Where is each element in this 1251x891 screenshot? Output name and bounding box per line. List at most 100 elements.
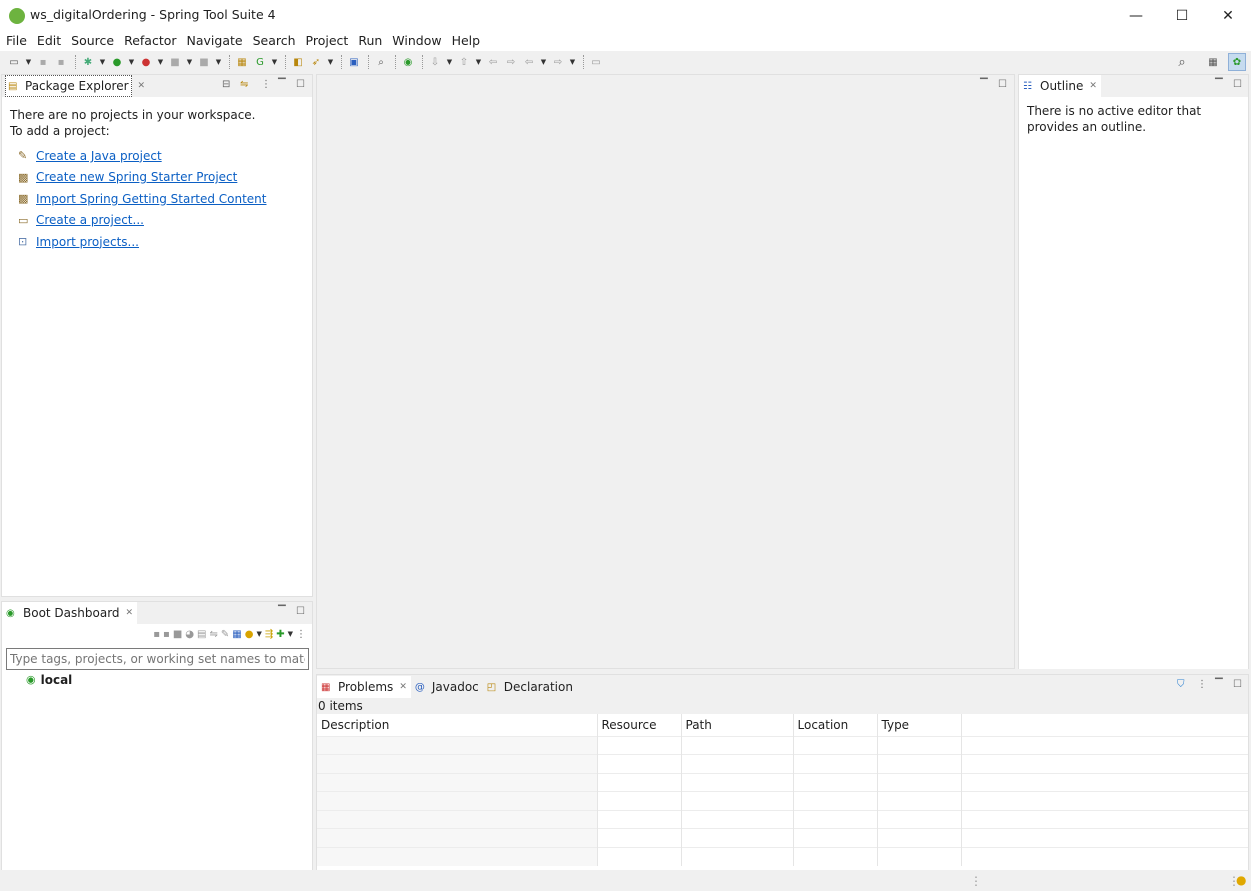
stop-icon[interactable]: ■ xyxy=(167,54,183,70)
close-tab-icon[interactable]: ✕ xyxy=(1089,81,1097,91)
view-menu-icon[interactable]: ⋮ xyxy=(1197,679,1207,690)
menu-navigate[interactable]: Navigate xyxy=(182,31,248,51)
tab-outline[interactable]: ☷ Outline ✕ xyxy=(1019,75,1101,97)
back-icon[interactable]: ⇦ xyxy=(521,54,537,70)
import-spring-content-link[interactable]: Import Spring Getting Started Content xyxy=(36,192,267,206)
new-package-icon[interactable]: ▦ xyxy=(234,54,250,70)
new-class-icon[interactable]: G xyxy=(252,54,268,70)
spring-perspective-icon[interactable]: ✿ xyxy=(1228,53,1246,71)
back-dropdown-icon[interactable]: ▼ xyxy=(539,54,548,70)
relaunch-dropdown-icon[interactable]: ▼ xyxy=(214,54,223,70)
prev-annotation-icon[interactable]: ⇧ xyxy=(456,54,472,70)
new-dropdown-icon[interactable]: ▼ xyxy=(24,54,33,70)
debug-dropdown-icon[interactable]: ▼ xyxy=(98,54,107,70)
tab-declaration[interactable]: ◰ Declaration xyxy=(483,676,577,698)
pin-editor-icon[interactable]: ▭ xyxy=(588,54,604,70)
console-icon[interactable]: ▣ xyxy=(346,54,362,70)
menu-window[interactable]: Window xyxy=(387,31,446,51)
maximize-view-icon[interactable]: ☐ xyxy=(296,606,305,617)
maximize-view-icon[interactable]: ☐ xyxy=(296,79,305,90)
new-icon[interactable]: ▭ xyxy=(6,54,22,70)
run-icon[interactable]: ● xyxy=(109,54,125,70)
create-spring-starter-link[interactable]: Create new Spring Starter Project xyxy=(36,170,237,184)
open-perspective-icon[interactable]: ▦ xyxy=(1205,54,1221,70)
column-path[interactable]: Path xyxy=(681,714,794,736)
view-menu-icon[interactable]: ⋮ xyxy=(296,629,306,640)
minimize-editor-icon[interactable]: ▔ xyxy=(980,79,988,90)
properties-icon[interactable]: ▦ xyxy=(232,629,241,640)
prev-annotation-dropdown-icon[interactable]: ▼ xyxy=(474,54,483,70)
save-all-icon[interactable]: ▪ xyxy=(53,54,69,70)
close-button[interactable]: ✕ xyxy=(1205,0,1251,31)
spring-dropdown-icon[interactable]: ▼ xyxy=(326,54,335,70)
tip-lightbulb-icon[interactable]: ● xyxy=(1236,873,1246,887)
search-icon[interactable]: ⌕ xyxy=(1174,54,1190,70)
close-tab-icon[interactable]: ✕ xyxy=(126,608,134,618)
menu-run[interactable]: Run xyxy=(353,31,387,51)
boot-dashboard-filter-input[interactable] xyxy=(6,648,309,670)
menu-edit[interactable]: Edit xyxy=(32,31,66,51)
maximize-view-icon[interactable]: ☐ xyxy=(1233,79,1242,90)
edit-icon[interactable]: ✎ xyxy=(221,629,229,640)
menu-source[interactable]: Source xyxy=(66,31,119,51)
import-projects-link[interactable]: Import projects... xyxy=(36,235,139,249)
run-dropdown-icon[interactable]: ▼ xyxy=(127,54,136,70)
column-location[interactable]: Location xyxy=(793,714,878,736)
start-icon[interactable]: ▪ xyxy=(153,629,160,640)
filter-icon[interactable]: ⛉ xyxy=(1177,679,1185,690)
forward-icon[interactable]: ⇨ xyxy=(550,54,566,70)
menu-help[interactable]: Help xyxy=(447,31,486,51)
minimize-view-icon[interactable]: ▔ xyxy=(1215,79,1223,90)
maximize-view-icon[interactable]: ☐ xyxy=(1233,679,1242,690)
add-dropdown-icon[interactable]: ▼ xyxy=(288,630,293,638)
tab-package-explorer[interactable]: ▤ Package Explorer xyxy=(5,75,132,97)
maximize-button[interactable]: ☐ xyxy=(1159,0,1205,31)
lightbulb-icon[interactable]: ● xyxy=(245,629,254,640)
filter-icon[interactable]: ⇶ xyxy=(265,629,273,640)
column-resource[interactable]: Resource xyxy=(597,714,682,736)
tab-boot-dashboard[interactable]: ◉ Boot Dashboard ✕ xyxy=(2,602,138,624)
minimize-view-icon[interactable]: ▔ xyxy=(1215,679,1223,690)
add-icon[interactable]: ✚ xyxy=(276,629,284,640)
local-target-item[interactable]: local xyxy=(41,673,73,687)
tab-javadoc[interactable]: @ Javadoc xyxy=(411,676,483,698)
forward-edit-icon[interactable]: ⇨ xyxy=(503,54,519,70)
minimize-view-icon[interactable]: ▔ xyxy=(278,606,286,617)
relaunch-icon[interactable]: ■ xyxy=(196,54,212,70)
link-icon[interactable]: ⇋ xyxy=(209,629,217,640)
open-console-icon[interactable]: ▤ xyxy=(197,629,206,640)
link-editor-icon[interactable]: ⇋ xyxy=(240,79,248,90)
coverage-dropdown-icon[interactable]: ▼ xyxy=(156,54,165,70)
debug-icon[interactable]: ✱ xyxy=(80,54,96,70)
debug-start-icon[interactable]: ▪ xyxy=(163,629,170,640)
next-annotation-icon[interactable]: ⇩ xyxy=(427,54,443,70)
coverage-icon[interactable]: ● xyxy=(138,54,154,70)
lightbulb-dropdown-icon[interactable]: ▼ xyxy=(256,630,261,638)
forward-dropdown-icon[interactable]: ▼ xyxy=(568,54,577,70)
new-class-dropdown-icon[interactable]: ▼ xyxy=(270,54,279,70)
close-tab-icon[interactable]: ✕ xyxy=(138,81,146,91)
menu-refactor[interactable]: Refactor xyxy=(119,31,181,51)
minimize-button[interactable]: — xyxy=(1113,0,1159,31)
minimize-view-icon[interactable]: ▔ xyxy=(278,79,286,90)
next-annotation-dropdown-icon[interactable]: ▼ xyxy=(445,54,454,70)
column-type[interactable]: Type xyxy=(877,714,962,736)
menu-file[interactable]: File xyxy=(0,31,32,51)
menu-project[interactable]: Project xyxy=(301,31,354,51)
stop-icon[interactable]: ■ xyxy=(173,629,182,640)
boot-dashboard-icon[interactable]: ◉ xyxy=(400,54,416,70)
menu-search[interactable]: Search xyxy=(248,31,301,51)
tab-problems[interactable]: ▦ Problems ✕ xyxy=(317,676,411,698)
open-type-icon[interactable]: ◧ xyxy=(290,54,306,70)
spring-icon[interactable]: ➶ xyxy=(308,54,324,70)
search-tool-icon[interactable]: ⌕ xyxy=(373,54,389,70)
refresh-icon[interactable]: ◕ xyxy=(185,629,194,640)
maximize-editor-icon[interactable]: ☐ xyxy=(998,79,1007,90)
create-project-link[interactable]: Create a project... xyxy=(36,213,144,227)
view-menu-icon[interactable]: ⋮ xyxy=(261,79,271,90)
save-icon[interactable]: ▪ xyxy=(35,54,51,70)
close-tab-icon[interactable]: ✕ xyxy=(399,682,407,692)
collapse-all-icon[interactable]: ⊟ xyxy=(222,79,230,90)
stop-dropdown-icon[interactable]: ▼ xyxy=(185,54,194,70)
last-edit-icon[interactable]: ⇦ xyxy=(485,54,501,70)
